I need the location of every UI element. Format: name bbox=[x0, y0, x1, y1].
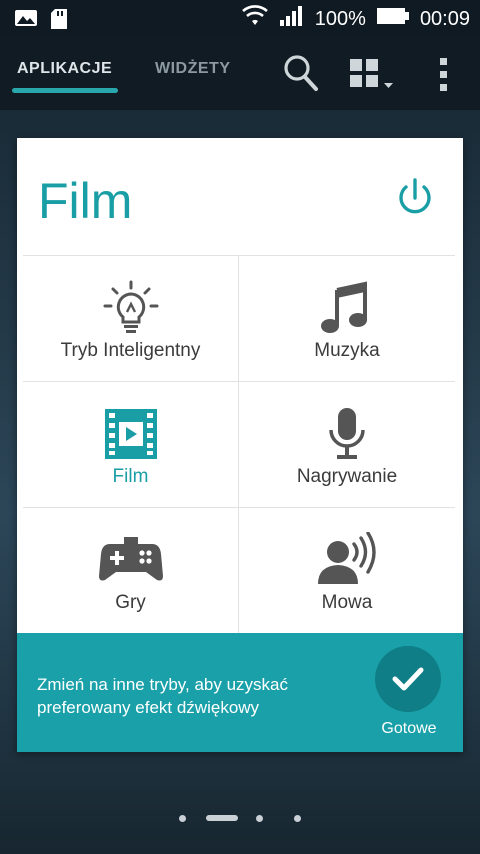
check-icon bbox=[392, 667, 424, 691]
lightbulb-icon bbox=[103, 280, 158, 333]
mode-label: Gry bbox=[115, 592, 146, 613]
mode-grid: Tryb Inteligentny Muzyka Film Nagrywanie… bbox=[23, 255, 455, 634]
tab-widgets[interactable]: WIDŻETY bbox=[155, 60, 231, 78]
page-dot[interactable] bbox=[294, 815, 301, 822]
tab-indicator bbox=[12, 88, 118, 93]
wifi-icon bbox=[241, 5, 269, 33]
page-dot-active[interactable] bbox=[206, 815, 238, 821]
battery-icon bbox=[376, 6, 410, 32]
battery-percent: 100% bbox=[314, 7, 366, 30]
speech-icon bbox=[318, 532, 376, 584]
clock: 00:09 bbox=[419, 7, 470, 30]
mode-speech[interactable]: Mowa bbox=[239, 508, 455, 634]
page-dot[interactable] bbox=[179, 815, 186, 822]
mode-games[interactable]: Gry bbox=[23, 508, 239, 634]
hint-text: Zmień na inne tryby, aby uzyskać prefero… bbox=[37, 675, 289, 717]
status-bar: 100% 00:09 bbox=[0, 0, 480, 38]
microphone-icon bbox=[329, 408, 365, 459]
done-button[interactable] bbox=[375, 646, 441, 712]
film-icon bbox=[104, 409, 157, 459]
power-icon[interactable] bbox=[397, 178, 433, 223]
overflow-menu-icon[interactable] bbox=[438, 56, 450, 99]
mode-label: Mowa bbox=[321, 592, 373, 613]
mode-smart[interactable]: Tryb Inteligentny bbox=[23, 256, 239, 382]
mode-recording[interactable]: Nagrywanie bbox=[239, 382, 455, 508]
mode-label: Muzyka bbox=[314, 340, 380, 361]
app-drawer-bar: APLIKACJE WIDŻETY bbox=[0, 38, 480, 110]
mode-music[interactable]: Muzyka bbox=[239, 256, 455, 382]
signal-icon bbox=[279, 5, 305, 33]
dialog-footer: Zmień na inne tryby, aby uzyskać prefero… bbox=[17, 633, 463, 752]
page-indicator bbox=[0, 812, 480, 824]
music-note-icon bbox=[321, 281, 367, 333]
grid-view-icon[interactable] bbox=[349, 58, 397, 97]
gamepad-icon bbox=[98, 537, 163, 581]
mode-movie[interactable]: Film bbox=[23, 382, 239, 508]
dialog-title: Film bbox=[38, 173, 133, 229]
mode-label: Tryb Inteligentny bbox=[60, 340, 201, 361]
mode-label: Film bbox=[112, 466, 149, 487]
image-notification-icon bbox=[14, 8, 38, 35]
search-icon[interactable] bbox=[283, 54, 319, 97]
page-dot[interactable] bbox=[256, 815, 263, 822]
sd-card-icon bbox=[50, 8, 68, 35]
mode-label: Nagrywanie bbox=[296, 466, 398, 487]
done-label[interactable]: Gotowe bbox=[377, 720, 441, 738]
sound-mode-dialog: Film Tryb Inteligentny Muzyka Film Nagry… bbox=[17, 138, 463, 752]
tab-apps[interactable]: APLIKACJE bbox=[17, 60, 112, 78]
